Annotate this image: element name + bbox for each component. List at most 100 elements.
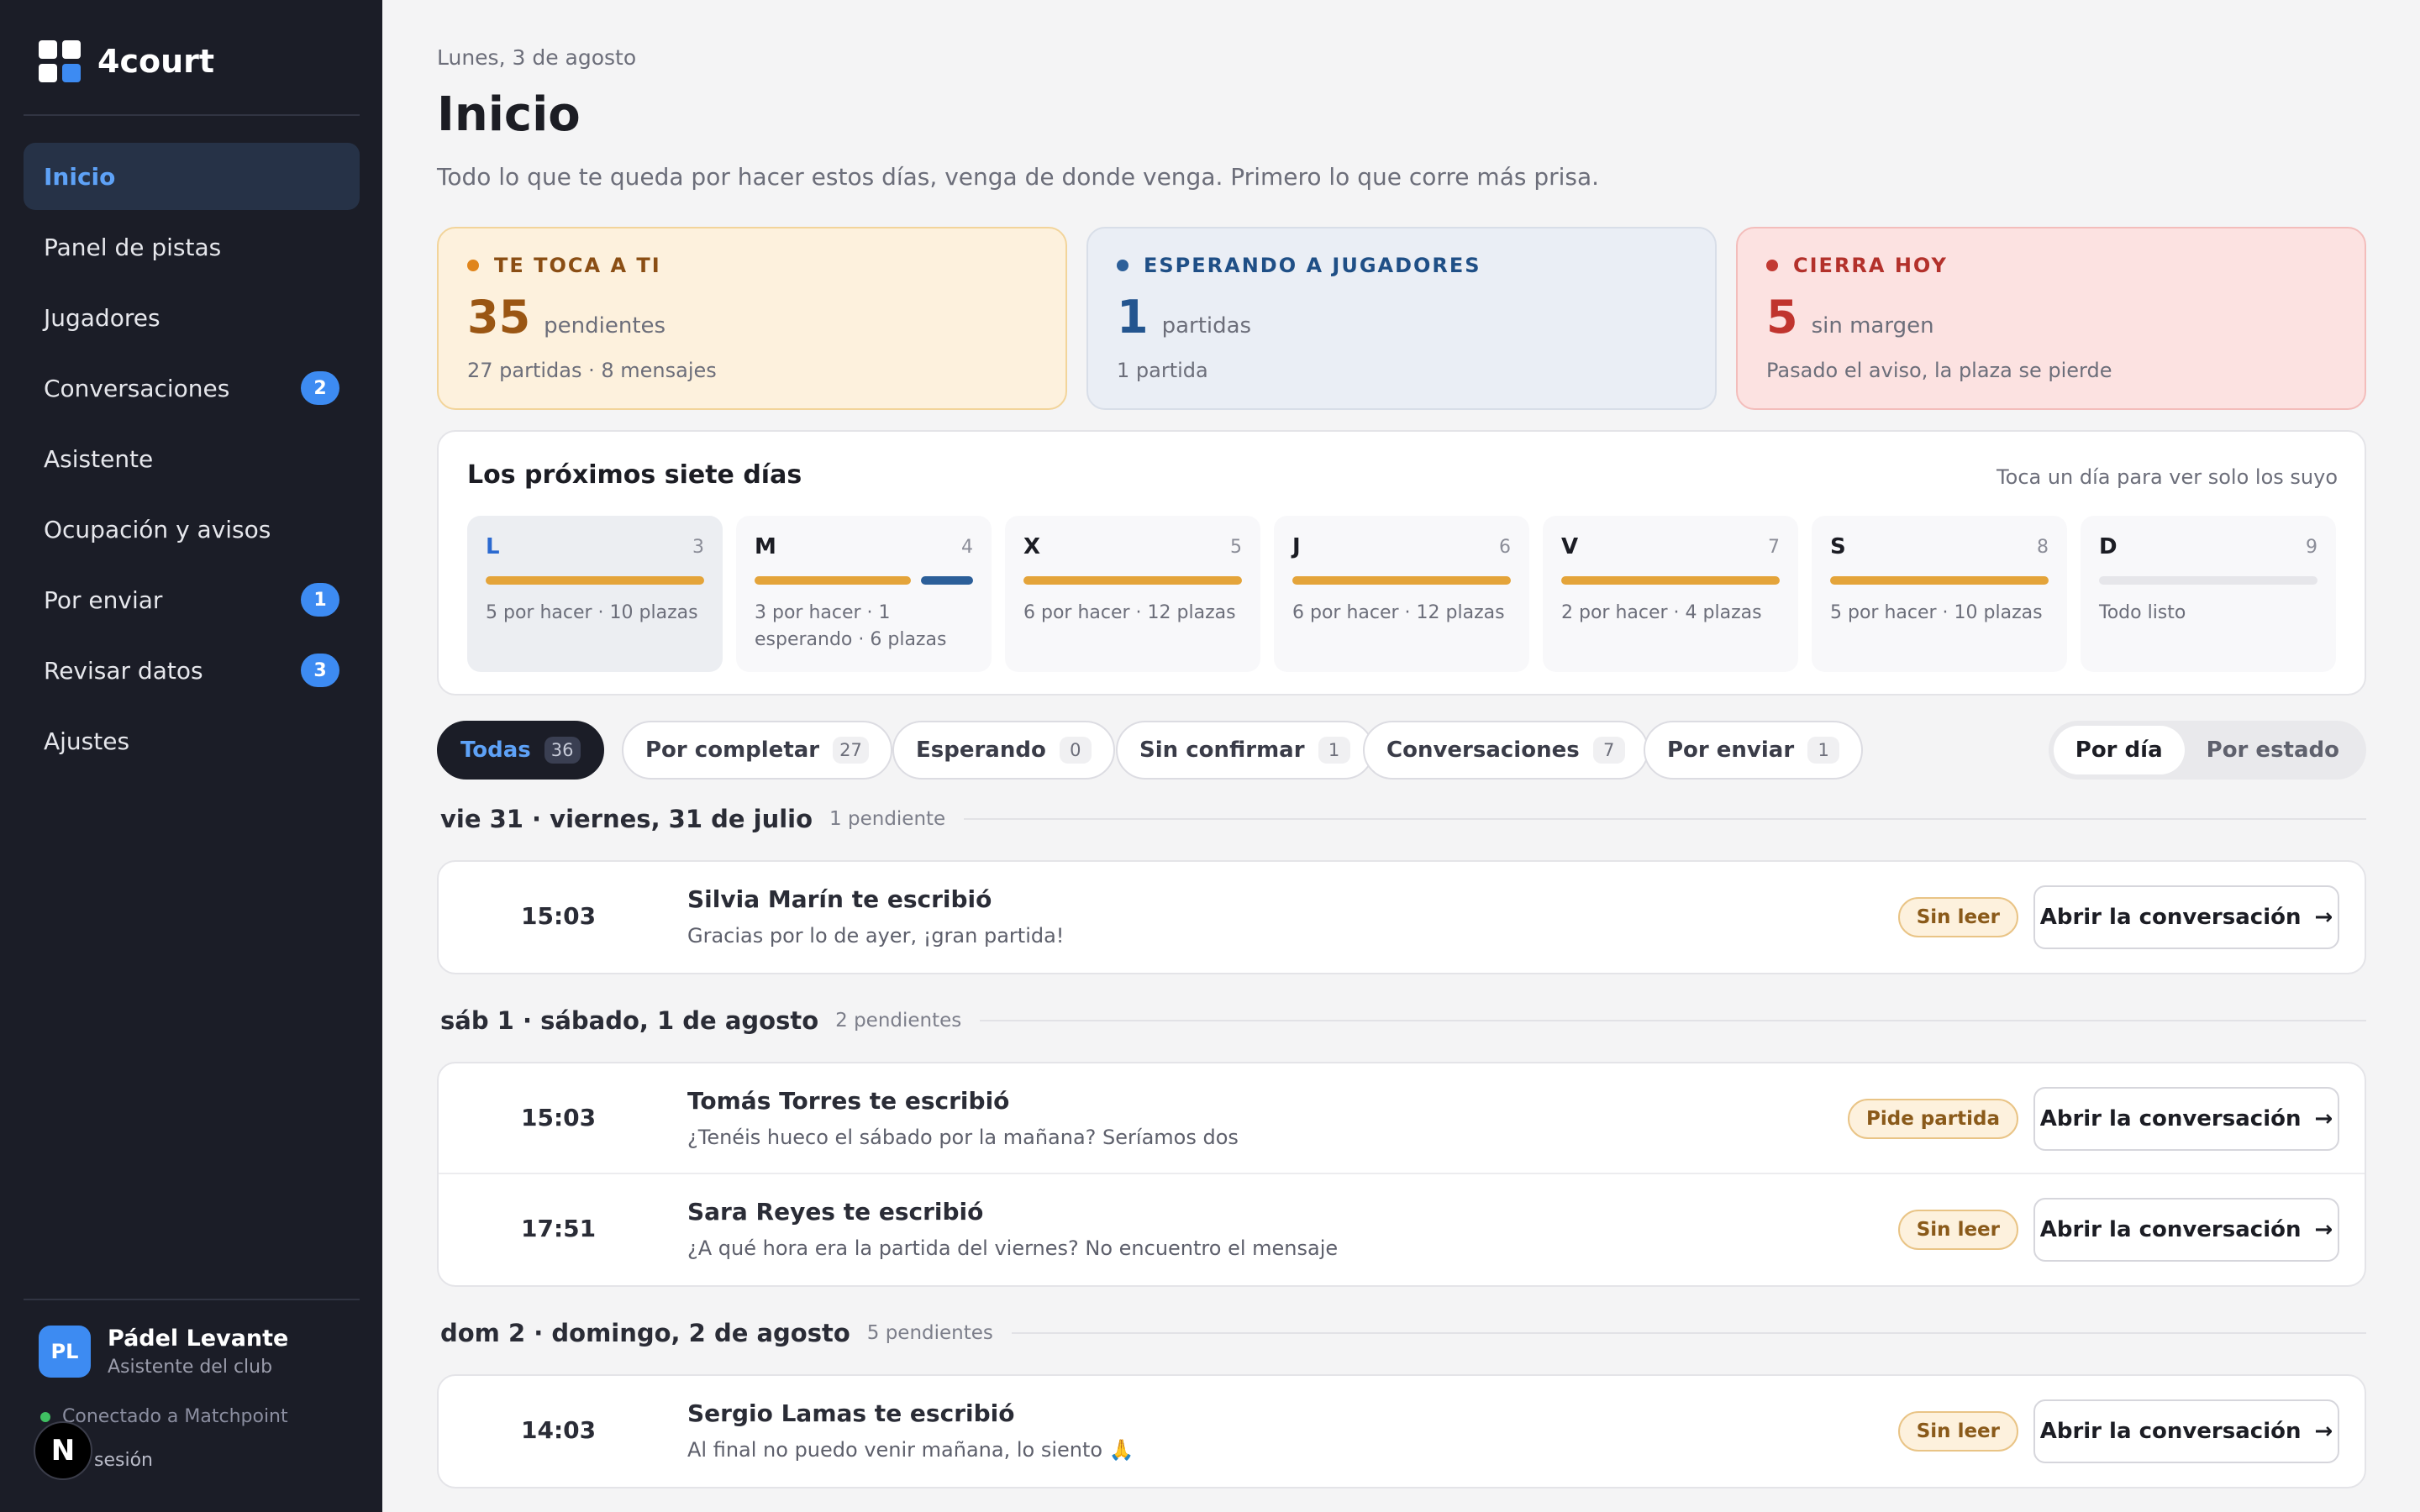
- day-progress-bar: [1023, 576, 1242, 585]
- day-card[interactable]: V72 por hacer · 4 plazas: [1543, 516, 1798, 672]
- divider: [964, 818, 2366, 820]
- item-time: 14:03: [521, 1416, 597, 1444]
- logout-link[interactable]: sesión: [94, 1450, 153, 1471]
- sidebar-item-revisar-datos[interactable]: Revisar datos 3: [24, 637, 360, 704]
- sidebar-item-por-enviar[interactable]: Por enviar 1: [24, 566, 360, 633]
- stat-card-cierra-hoy[interactable]: CIERRA HOY 5 sin margen Pasado el aviso, …: [1736, 227, 2366, 410]
- day-number: 8: [2037, 536, 2049, 558]
- day-card[interactable]: L35 por hacer · 10 plazas: [467, 516, 723, 672]
- divider: [980, 1020, 2366, 1021]
- count-badge: 3: [301, 654, 339, 687]
- profile-role: Asistente del club: [108, 1357, 273, 1378]
- stat-unit: pendientes: [544, 313, 666, 339]
- pending-card: 14:03 Sergio Lamas te escribió Al final no…: [437, 1374, 2366, 1488]
- day-progress-bar: [1561, 576, 1780, 585]
- view-by-day-button[interactable]: Por día: [2053, 726, 2185, 774]
- day-summary: 6 por hacer · 12 plazas: [1023, 602, 1236, 623]
- day-group-header: vie 31 · viernes, 31 de julio 1 pendiente: [440, 805, 2366, 833]
- day-summary: 2 por hacer · 4 plazas: [1561, 602, 1762, 623]
- sidebar-item-ajustes[interactable]: Ajustes: [24, 707, 360, 774]
- filter-count: 36: [544, 737, 581, 764]
- view-by-state-button[interactable]: Por estado: [2185, 726, 2361, 774]
- filter-label: Todas: [460, 738, 531, 763]
- day-group-header: sáb 1 · sábado, 1 de agosto 2 pendientes: [440, 1006, 2366, 1035]
- count-badge: 2: [301, 371, 339, 405]
- list-item[interactable]: 17:51 Sara Reyes te escribió ¿A qué hora e…: [439, 1174, 2365, 1285]
- filter-count: 27: [833, 737, 869, 764]
- waiting-bar-segment: [921, 576, 973, 585]
- status-badge: Sin leer: [1897, 1411, 2018, 1452]
- sidebar-item-inicio[interactable]: Inicio: [24, 143, 360, 210]
- day-header: J6: [1292, 534, 1511, 559]
- day-card[interactable]: S 8 5 por hacer · 10 plazas: [1812, 516, 2067, 672]
- day-letter: M: [755, 534, 776, 559]
- list-item[interactable]: 15:03 Tomás Torres te escribió ¿Tenéis hue…: [439, 1063, 2365, 1174]
- open-conversation-button[interactable]: Abrir la conversación →: [2033, 1399, 2339, 1463]
- sidebar: 4court Inicio Panel de pistas Jugadores …: [0, 0, 382, 1512]
- filter-chip[interactable]: Por completar 27: [622, 721, 892, 780]
- todo-bar-segment: [1830, 576, 2049, 585]
- group-count: 1 pendiente: [829, 808, 946, 830]
- club-profile[interactable]: PL Pádel Levante Asistente del club: [39, 1326, 288, 1378]
- sidebar-item-jugadores[interactable]: Jugadores: [24, 284, 360, 351]
- logo[interactable]: 4court: [39, 40, 214, 82]
- day-card[interactable]: D 9 Todo listo: [2081, 516, 2336, 672]
- open-conversation-button[interactable]: Abrir la conversación →: [2033, 1198, 2339, 1262]
- day-card[interactable]: M43 por hacer · 1 esperando · 6 plazas: [736, 516, 992, 672]
- filter-chip[interactable]: Por enviar 1: [1644, 721, 1864, 780]
- filter-chip[interactable]: Esperando 0: [892, 721, 1115, 780]
- divider: [24, 1299, 360, 1300]
- filter-count: 0: [1059, 737, 1092, 764]
- sidebar-item-conversaciones[interactable]: Conversaciones 2: [24, 354, 360, 422]
- n-logo-icon[interactable]: N: [34, 1421, 92, 1480]
- day-letter: S: [1830, 534, 1846, 559]
- day-card[interactable]: J66 por hacer · 12 plazas: [1274, 516, 1529, 672]
- arrow-right-icon: →: [2314, 905, 2333, 930]
- stat-detail: Pasado el aviso, la plaza se pierde: [1766, 359, 2112, 382]
- day-progress-bar: [755, 576, 973, 585]
- stat-label: TE TOCA A TI: [494, 254, 661, 277]
- day-letter: X: [1023, 534, 1041, 559]
- list-item[interactable]: 14:03 Sergio Lamas te escribió Al final no…: [439, 1376, 2365, 1487]
- filter-chip[interactable]: Sin confirmar 1: [1116, 721, 1374, 780]
- profile-name: Pádel Levante: [108, 1326, 289, 1352]
- todo-bar-segment: [755, 576, 911, 585]
- open-conversation-button[interactable]: Abrir la conversación →: [2033, 1087, 2339, 1151]
- item-message: Gracias por lo de ayer, ¡gran partida!: [687, 924, 1065, 948]
- current-date: Lunes, 3 de agosto: [437, 45, 637, 70]
- day-number: 7: [1768, 536, 1780, 558]
- open-conversation-button[interactable]: Abrir la conversación →: [2033, 885, 2339, 949]
- sidebar-item-label: Inicio: [44, 162, 116, 191]
- logo-icon: [39, 40, 81, 82]
- page-subtitle: Todo lo que te queda por hacer estos día…: [437, 163, 1600, 191]
- day-number: 6: [1499, 536, 1511, 558]
- dot-icon: [467, 260, 479, 271]
- filter-chip[interactable]: Conversaciones 7: [1363, 721, 1649, 780]
- pending-card: 15:03 Tomás Torres te escribió ¿Tenéis hue…: [437, 1062, 2366, 1287]
- group-count: 5 pendientes: [866, 1322, 993, 1344]
- filter-count: 7: [1592, 737, 1625, 764]
- day-letter: J: [1292, 534, 1301, 559]
- day-progress-bar: [2099, 576, 2317, 585]
- stat-detail: 27 partidas · 8 mensajes: [467, 359, 717, 382]
- filter-chip[interactable]: Todas 36: [437, 721, 604, 780]
- stat-card-te-toca[interactable]: TE TOCA A TI 35 pendientes 27 partidas · …: [437, 227, 1067, 410]
- week-overview: Los próximos siete días Toca un día para…: [437, 430, 2366, 696]
- filter-count: 1: [1318, 737, 1350, 764]
- todo-bar-segment: [1561, 576, 1780, 585]
- todo-bar-segment: [486, 576, 704, 585]
- sidebar-item-ocupacion-y-avisos[interactable]: Ocupación y avisos: [24, 496, 360, 563]
- stat-card-esperando[interactable]: ESPERANDO A JUGADORES 1 partidas 1 partid…: [1086, 227, 1717, 410]
- sidebar-item-label: Asistente: [44, 444, 154, 473]
- group-count: 2 pendientes: [835, 1010, 962, 1032]
- list-item[interactable]: 15:03 Silvia Marín te escribió Gracias por…: [439, 862, 2365, 973]
- sidebar-item-asistente[interactable]: Asistente: [24, 425, 360, 492]
- item-title: Sara Reyes te escribió: [687, 1198, 984, 1226]
- todo-bar-segment: [1023, 576, 1242, 585]
- filter-count: 1: [1807, 737, 1840, 764]
- sidebar-item-panel-de-pistas[interactable]: Panel de pistas: [24, 213, 360, 281]
- day-summary: 5 por hacer · 10 plazas: [1830, 602, 2043, 623]
- day-header: X5: [1023, 534, 1242, 559]
- day-card[interactable]: X5 6 por hacer · 12 plazas: [1005, 516, 1260, 672]
- day-progress-bar: [1830, 576, 2049, 585]
